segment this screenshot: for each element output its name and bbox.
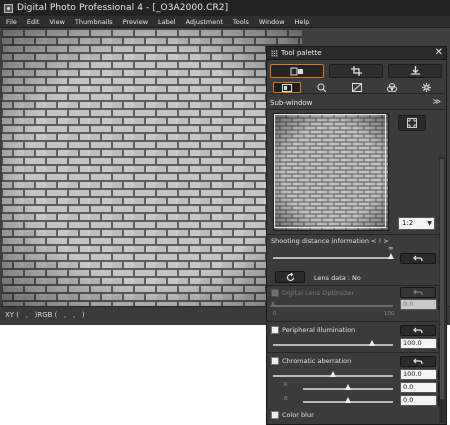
peripheral-checkbox[interactable]	[271, 326, 279, 334]
image-preview[interactable]	[2, 29, 302, 306]
peripheral-value-field[interactable]: 100.0	[400, 338, 437, 349]
dlo-value-field[interactable]: 0.0	[400, 299, 437, 310]
r-slider-thumb[interactable]	[345, 384, 351, 390]
dlo-reset-button[interactable]	[400, 287, 436, 298]
menu-help[interactable]: Help	[295, 18, 310, 26]
r-value-field[interactable]: 0.0	[400, 382, 437, 393]
xy-rgb-readout: XY ( , )RGB ( , , )	[5, 311, 85, 319]
output-icon	[410, 66, 420, 75]
menu-bar: File Edit View Thumbnails Preview Label …	[0, 16, 450, 28]
b-slider-thumb[interactable]	[345, 397, 351, 403]
navigator-view-box[interactable]	[274, 114, 386, 228]
menu-preview[interactable]: Preview	[123, 18, 148, 26]
subwindow-label: Sub-window	[270, 99, 313, 107]
title-bar: Digital Photo Professional 4 - [_O3A2000…	[0, 0, 450, 16]
peripheral-slider-thumb[interactable]	[369, 340, 375, 346]
reset-button[interactable]	[400, 253, 436, 264]
undo-icon	[413, 327, 423, 334]
scroll-thumb[interactable]	[440, 159, 444, 399]
zoom-select[interactable]: 1:2 ▼	[398, 217, 435, 230]
menu-tools[interactable]: Tools	[233, 18, 249, 26]
color-blur-label: Color blur	[282, 411, 314, 419]
chromatic-checkbox[interactable]	[271, 357, 279, 365]
b-label: B	[284, 396, 288, 402]
collapse-icon[interactable]: ≫	[433, 97, 441, 106]
shooting-distance-label: Shooting distance information < ! >	[271, 237, 389, 245]
lens-data-label: Lens data : No	[314, 274, 361, 282]
magnifier-icon	[317, 83, 326, 92]
tool-palette: Tool palette ✕ Sub-window ≫ 1:2 ▼ Shooti…	[266, 46, 447, 425]
undo-icon	[413, 358, 423, 365]
dlo-label: Digital Lens Optimizer	[282, 289, 355, 297]
menu-file[interactable]: File	[6, 18, 17, 26]
dlo-slider[interactable]	[273, 305, 393, 307]
b-value-field[interactable]: 0.0	[400, 395, 437, 406]
curve-icon	[351, 83, 362, 92]
peripheral-slider[interactable]	[273, 344, 393, 346]
lens-data-refresh-button[interactable]	[275, 271, 305, 283]
tab-crop[interactable]	[329, 64, 383, 78]
dlo-checkbox[interactable]	[271, 289, 279, 297]
close-icon[interactable]: ✕	[435, 47, 443, 59]
subtab-detail[interactable]	[343, 82, 371, 93]
undo-icon	[413, 255, 423, 262]
window-title: Digital Photo Professional 4 - [_O3A2000…	[17, 3, 229, 13]
slider-thumb[interactable]	[388, 253, 394, 259]
subtab-settings[interactable]	[413, 82, 441, 93]
fit-to-window-button[interactable]	[398, 115, 426, 131]
crop-icon	[350, 66, 362, 76]
menu-adjustment[interactable]: Adjustment	[186, 18, 223, 26]
divider	[267, 234, 446, 235]
raw-adjust-icon	[290, 67, 303, 75]
zoom-value: 1:2	[402, 219, 414, 227]
navigator-thumbnail[interactable]	[273, 113, 389, 231]
dlo-max-label: 100	[384, 311, 395, 317]
color-blur-checkbox[interactable]	[271, 411, 279, 419]
tab-output[interactable]	[388, 64, 442, 78]
subtab-color[interactable]	[378, 82, 406, 93]
menu-label[interactable]: Label	[158, 18, 176, 26]
dlo-min-label: 0	[273, 311, 277, 317]
divider	[267, 109, 446, 110]
app-icon	[4, 3, 13, 13]
peripheral-label: Peripheral illumination	[282, 326, 356, 334]
palette-header[interactable]: Tool palette ✕	[267, 47, 446, 60]
menu-thumbnails[interactable]: Thumbnails	[75, 18, 113, 26]
chromatic-slider-thumb[interactable]	[330, 371, 336, 377]
refresh-icon	[286, 272, 294, 281]
undo-icon	[413, 289, 423, 296]
menu-window[interactable]: Window	[259, 18, 285, 26]
tab-basic-adjust[interactable]	[270, 64, 324, 78]
subtab-noise[interactable]	[308, 82, 336, 93]
infinity-label: ∞	[388, 244, 394, 252]
panel-icon	[281, 83, 292, 92]
chromatic-label: Chromatic aberration	[282, 357, 352, 365]
chevron-down-icon: ▼	[427, 220, 432, 227]
subtab-lens[interactable]	[272, 82, 301, 93]
chromatic-value-field[interactable]: 100.0	[400, 369, 437, 380]
divider	[267, 321, 446, 322]
menu-view[interactable]: View	[49, 18, 64, 26]
palette-scrollbar[interactable]	[439, 157, 445, 423]
divider	[267, 285, 446, 286]
menu-edit[interactable]: Edit	[27, 18, 40, 26]
fit-icon	[407, 118, 417, 128]
palette-title: Tool palette	[281, 49, 322, 57]
brick-wall-photo	[2, 29, 302, 306]
shooting-distance-slider[interactable]	[273, 257, 393, 259]
r-label: R	[284, 382, 288, 388]
gear-icon	[422, 83, 431, 92]
chromatic-reset-button[interactable]	[400, 356, 436, 367]
divider	[267, 352, 446, 353]
subtab-row	[269, 82, 444, 94]
color-circles-icon	[386, 83, 397, 92]
grip-icon[interactable]	[271, 50, 278, 57]
peripheral-reset-button[interactable]	[400, 325, 436, 336]
dlo-slider-thumb[interactable]	[270, 301, 276, 307]
